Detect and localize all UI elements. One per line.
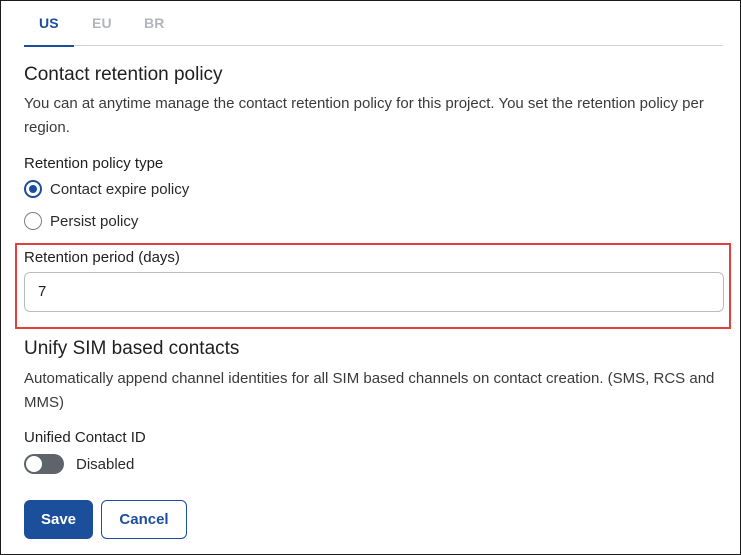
- unify-description: Automatically append channel identities …: [24, 370, 715, 411]
- retention-period-label: Retention period (days): [24, 249, 180, 266]
- policy-type-label: Retention policy type: [24, 155, 164, 172]
- retention-description: You can at anytime manage the contact re…: [24, 95, 704, 136]
- tab-eu[interactable]: EU: [92, 15, 112, 46]
- tab-br[interactable]: BR: [144, 15, 165, 46]
- region-tabs: US EU BR: [24, 1, 723, 47]
- unified-contact-label: Unified Contact ID: [24, 429, 146, 446]
- radio-unchecked-icon[interactable]: [24, 212, 42, 230]
- tab-us[interactable]: US: [24, 15, 74, 47]
- toggle-switch[interactable]: [24, 454, 64, 474]
- unified-contact-toggle-row: Disabled: [24, 454, 134, 474]
- radio-contact-expire[interactable]: Contact expire policy: [24, 180, 189, 198]
- save-button[interactable]: Save: [24, 500, 93, 539]
- retention-period-input[interactable]: 7: [24, 272, 724, 312]
- radio-checked-icon[interactable]: [24, 180, 42, 198]
- radio-label: Persist policy: [50, 212, 139, 230]
- settings-panel: US EU BR Contact retention policy You ca…: [0, 0, 741, 555]
- unify-title: Unify SIM based contacts: [24, 338, 240, 359]
- retention-title: Contact retention policy: [24, 64, 223, 85]
- toggle-state-label: Disabled: [76, 455, 135, 473]
- cancel-button[interactable]: Cancel: [101, 500, 187, 539]
- radio-label: Contact expire policy: [50, 180, 190, 198]
- radio-persist[interactable]: Persist policy: [24, 212, 138, 230]
